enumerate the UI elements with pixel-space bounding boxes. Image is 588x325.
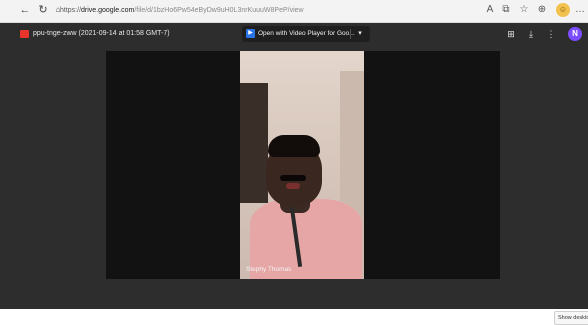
video-player-app-icon: ▶: [246, 29, 255, 38]
video-file-icon: [20, 30, 29, 38]
participant-mouth: [286, 183, 300, 189]
url-host: drive.google.com: [81, 7, 135, 14]
refresh-icon[interactable]: ↻: [36, 3, 50, 17]
participant-hair: [268, 135, 320, 157]
address-bar[interactable]: https://drive.google.com/file/d/1bzHo6Pw…: [60, 4, 470, 18]
chevron-down-icon[interactable]: ▾: [354, 28, 366, 40]
browser-toolbar: ← ↻ ⌂ https://drive.google.com/file/d/1b…: [0, 0, 588, 23]
add-to-drive-icon[interactable]: ⊞: [504, 28, 518, 40]
read-aloud-icon[interactable]: A: [484, 4, 496, 16]
favorites-icon[interactable]: ☆: [518, 4, 530, 16]
account-avatar[interactable]: N: [568, 27, 582, 41]
video-player[interactable]: Stephy Thomas: [106, 51, 500, 279]
viewer-header: ppu-tnge-zww (2021-09-14 at 01:58 GMT-7)…: [0, 23, 588, 45]
url-prefix: https://: [60, 7, 82, 14]
file-title: ppu-tnge-zww (2021-09-14 at 01:58 GMT-7): [33, 30, 170, 37]
video-frame: Stephy Thomas: [240, 51, 364, 279]
extensions-icon[interactable]: ⧉: [500, 4, 512, 16]
open-with-label: Open with Video Player for Goo...: [258, 30, 355, 37]
open-with-button[interactable]: ▶ Open with Video Player for Goo... ▾: [242, 26, 370, 42]
show-desktop-tooltip: Show desktop: [554, 311, 588, 325]
background-door: [240, 83, 268, 203]
collections-icon[interactable]: ⊕: [536, 4, 548, 16]
download-icon[interactable]: ⤓: [524, 28, 538, 40]
back-arrow-icon[interactable]: ←: [18, 3, 32, 17]
more-vert-icon[interactable]: ⋮: [544, 28, 558, 40]
drive-video-viewer: ppu-tnge-zww (2021-09-14 at 01:58 GMT-7)…: [0, 23, 588, 325]
more-icon[interactable]: …: [574, 4, 586, 16]
open-with-divider: [350, 29, 351, 39]
participant-name-label: Stephy Thomas: [246, 266, 292, 273]
profile-icon[interactable]: ☺: [556, 3, 570, 17]
participant-mustache: [280, 175, 306, 181]
url-path: /file/d/1bzHo6Pw54eByDw9uH0L3nrKuuuW8PeP…: [134, 7, 304, 14]
